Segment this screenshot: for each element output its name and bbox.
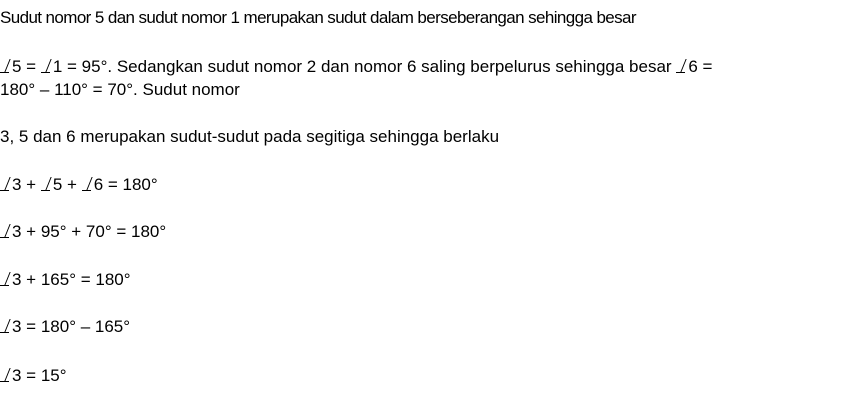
statement-3-text: 180° – 110° = 70°. Sudut nomor [0, 80, 240, 99]
equation-step-2: 3 + 95° + 70° = 180° [0, 222, 166, 242]
step-2-text: 3 + 95° + 70° = 180° [12, 222, 167, 241]
angle-icon [0, 177, 9, 192]
equation-step-5: 3 = 15° [0, 366, 67, 386]
equation-step-4: 3 = 180° – 165° [0, 317, 130, 337]
angle-icon [40, 177, 50, 192]
step-1-part-a: 3 + [12, 175, 41, 194]
step-5-text: 3 = 15° [12, 366, 67, 385]
angle-icon [81, 177, 91, 192]
step-4-text: 3 = 180° – 165° [12, 317, 131, 336]
angle-icon [0, 368, 9, 383]
angle-icon [0, 224, 9, 239]
step-1-part-b: 5 + [52, 175, 82, 194]
statement-1-text: Sudut nomor 5 dan sudut nomor 1 merupaka… [0, 8, 637, 27]
equation-step-3: 3 + 165° = 180° [0, 270, 131, 290]
line-statement-4: 3, 5 dan 6 merupakan sudut-sudut pada se… [0, 127, 499, 147]
statement-2-part-b: 1 = 95°. Sedangkan sudut nomor 2 dan nom… [52, 57, 677, 76]
equation-step-1: 3 + 5 + 6 = 180° [0, 175, 158, 195]
step-1-part-c: 6 = 180° [93, 175, 158, 194]
step-3-text: 3 + 165° = 180° [12, 270, 131, 289]
angle-icon [0, 319, 9, 334]
angle-icon [0, 59, 9, 74]
line-statement-1: Sudut nomor 5 dan sudut nomor 1 merupaka… [0, 8, 637, 28]
statement-4-text: 3, 5 dan 6 merupakan sudut-sudut pada se… [0, 127, 500, 146]
angle-icon [40, 59, 50, 74]
statement-2-part-c: 6 = [688, 57, 713, 76]
line-statement-3: 180° – 110° = 70°. Sudut nomor [0, 80, 240, 100]
angle-icon [676, 59, 686, 74]
statement-2-part-a: 5 = [12, 57, 41, 76]
line-statement-2: 5 = 1 = 95°. Sedangkan sudut nomor 2 dan… [0, 57, 712, 77]
angle-icon [0, 272, 9, 287]
